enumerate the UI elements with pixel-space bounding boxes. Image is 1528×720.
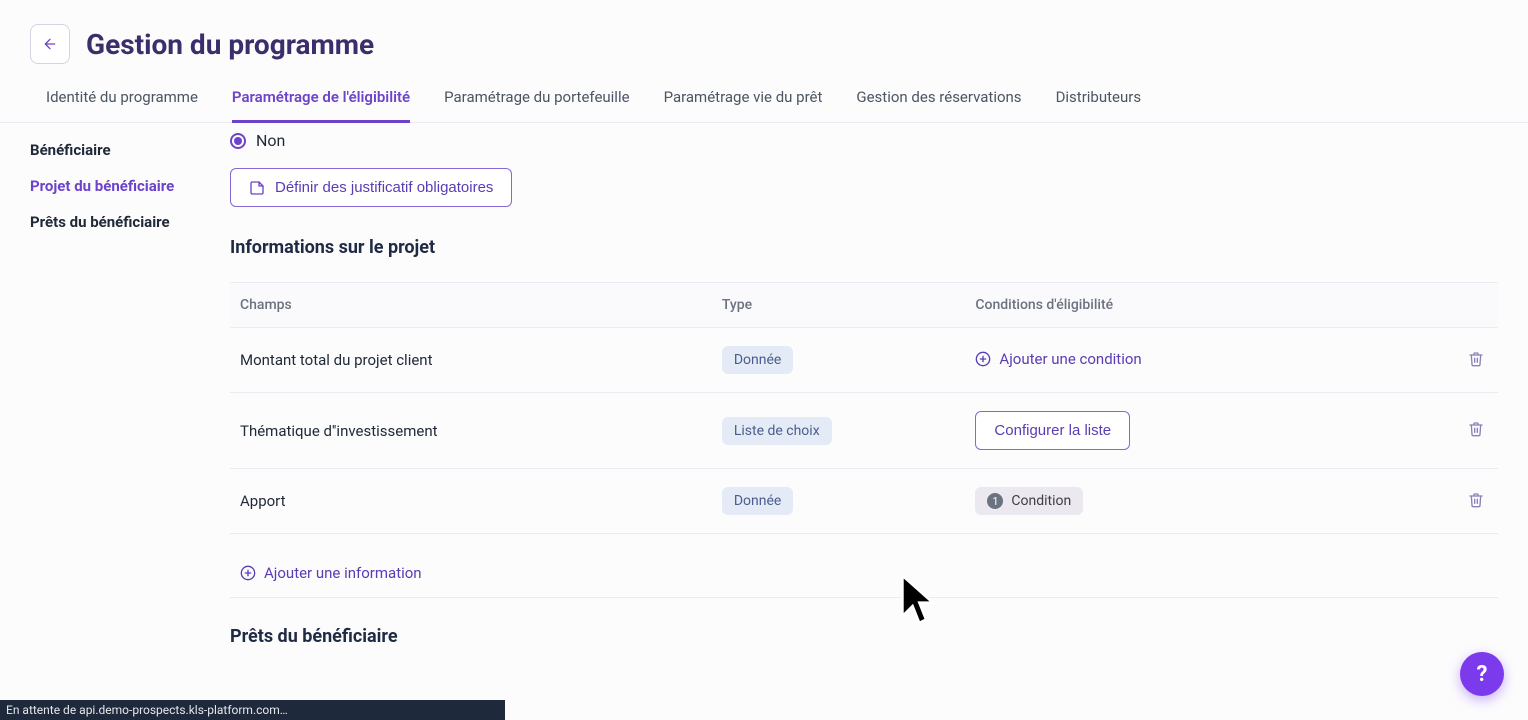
condition-badge[interactable]: 1 Condition	[975, 487, 1083, 515]
tabs: Identité du programme Paramétrage de l'é…	[0, 74, 1528, 123]
add-condition-label: Ajouter une condition	[999, 350, 1141, 368]
cell-actions	[1409, 328, 1498, 393]
back-button[interactable]	[30, 24, 70, 64]
condition-count: 1	[987, 493, 1003, 509]
plus-circle-icon	[240, 565, 256, 581]
tab-identity[interactable]: Identité du programme	[46, 74, 198, 122]
type-pill: Donnée	[722, 346, 793, 374]
radio-option-non[interactable]: Non	[230, 131, 1498, 150]
tab-eligibility[interactable]: Paramétrage de l'éligibilité	[232, 74, 410, 122]
type-pill: Donnée	[722, 487, 793, 515]
th-actions	[1409, 283, 1498, 328]
main-layout: Bénéficiaire Projet du bénéficiaire Prêt…	[0, 123, 1528, 695]
delete-row-button[interactable]	[1464, 488, 1488, 515]
content: Non Définir des justificatif obligatoire…	[200, 123, 1528, 695]
table-row: Thématique d''investissement Liste de ch…	[230, 393, 1498, 469]
tab-loan-life[interactable]: Paramétrage vie du prêt	[664, 74, 823, 122]
section-title-loans: Prêts du bénéficiaire	[230, 626, 1498, 647]
type-pill: Liste de choix	[722, 417, 832, 445]
cell-conditions: Configurer la liste	[965, 393, 1409, 469]
cell-actions	[1409, 469, 1498, 534]
cell-actions	[1409, 393, 1498, 469]
sidebar: Bénéficiaire Projet du bénéficiaire Prêt…	[0, 123, 200, 695]
define-docs-button[interactable]: Définir des justificatif obligatoires	[230, 168, 512, 207]
tab-reservations[interactable]: Gestion des réservations	[856, 74, 1021, 122]
status-bar: En attente de api.demo-prospects.kls-pla…	[0, 700, 505, 720]
add-condition-button[interactable]: Ajouter une condition	[975, 350, 1141, 368]
page-header: Gestion du programme	[0, 0, 1528, 74]
table-row: Montant total du projet client Donnée Aj…	[230, 328, 1498, 393]
add-info-label: Ajouter une information	[264, 564, 422, 582]
trash-icon	[1468, 351, 1484, 367]
cell-type: Liste de choix	[712, 393, 966, 469]
add-info-button[interactable]: Ajouter une information	[240, 564, 422, 582]
condition-label: Condition	[1011, 493, 1071, 509]
th-champs: Champs	[230, 283, 712, 328]
delete-row-button[interactable]	[1464, 347, 1488, 374]
add-info-row: Ajouter une information	[230, 534, 1498, 598]
radio-icon	[230, 133, 246, 149]
cell-champs: Apport	[230, 469, 712, 534]
sidebar-item-beneficiary[interactable]: Bénéficiaire	[30, 141, 190, 159]
cell-type: Donnée	[712, 328, 966, 393]
cell-champs: Thématique d''investissement	[230, 393, 712, 469]
plus-circle-icon	[975, 351, 991, 367]
cell-conditions: 1 Condition	[965, 469, 1409, 534]
tab-portfolio[interactable]: Paramétrage du portefeuille	[444, 74, 629, 122]
section-title-project-info: Informations sur le projet	[230, 237, 1498, 258]
trash-icon	[1468, 421, 1484, 437]
radio-label: Non	[256, 131, 285, 150]
cell-champs: Montant total du projet client	[230, 328, 712, 393]
define-docs-label: Définir des justificatif obligatoires	[275, 179, 493, 196]
delete-row-button[interactable]	[1464, 417, 1488, 444]
note-icon	[249, 180, 265, 196]
table-row: Apport Donnée 1 Condition	[230, 469, 1498, 534]
cell-type: Donnée	[712, 469, 966, 534]
help-button[interactable]: ?	[1460, 652, 1504, 696]
page-title: Gestion du programme	[86, 28, 374, 61]
project-info-table: Champs Type Conditions d'éligibilité Mon…	[230, 282, 1498, 534]
trash-icon	[1468, 492, 1484, 508]
sidebar-item-loans[interactable]: Prêts du bénéficiaire	[30, 213, 190, 231]
arrow-left-icon	[42, 36, 58, 52]
configure-list-button[interactable]: Configurer la liste	[975, 411, 1130, 450]
th-type: Type	[712, 283, 966, 328]
tab-distributors[interactable]: Distributeurs	[1056, 74, 1142, 122]
cell-conditions: Ajouter une condition	[965, 328, 1409, 393]
sidebar-item-project[interactable]: Projet du bénéficiaire	[30, 177, 190, 195]
th-conditions: Conditions d'éligibilité	[965, 283, 1409, 328]
